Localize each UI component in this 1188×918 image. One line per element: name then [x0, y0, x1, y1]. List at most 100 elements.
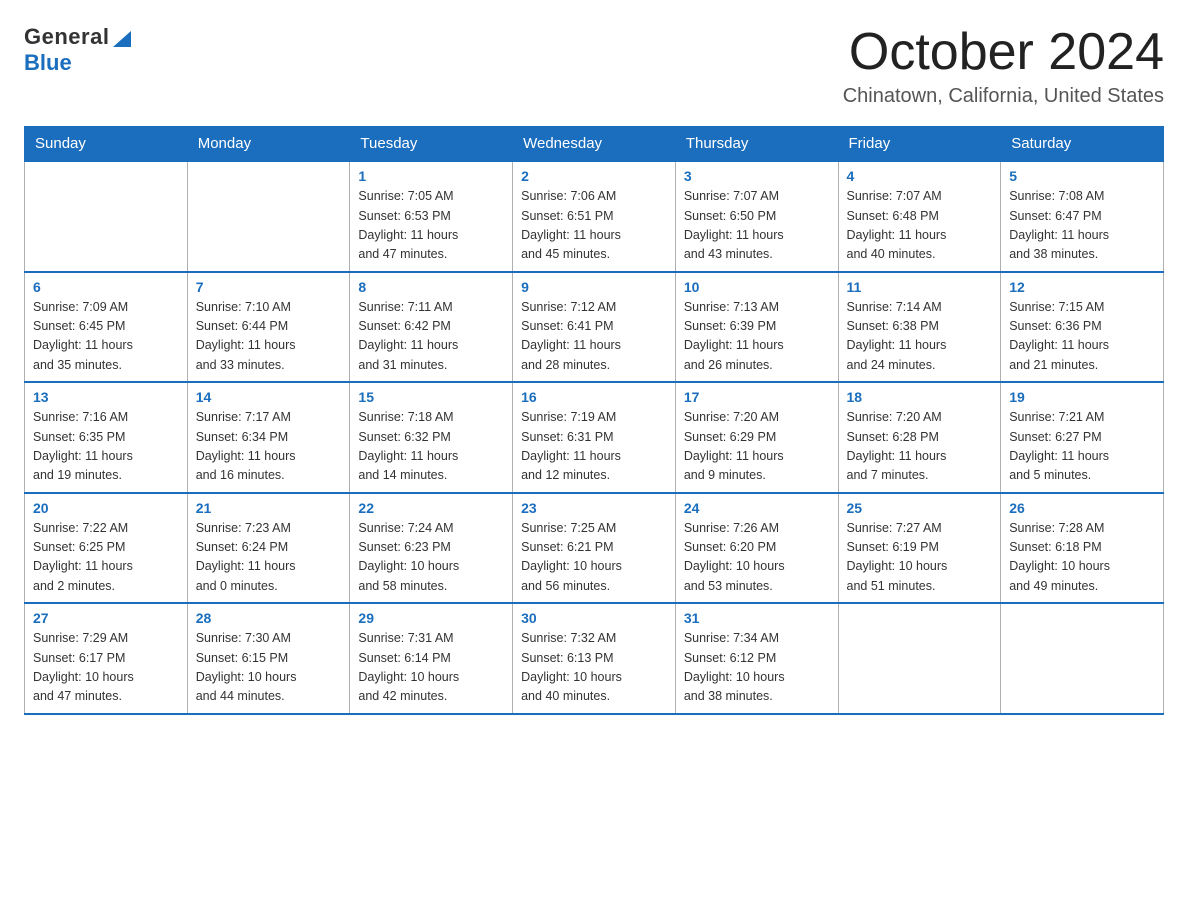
day-info: Sunrise: 7:09 AMSunset: 6:45 PMDaylight:…	[33, 298, 179, 376]
calendar-cell: 18 Sunrise: 7:20 AMSunset: 6:28 PMDayligh…	[838, 382, 1001, 493]
calendar-cell: 28Sunrise: 7:30 AMSunset: 6:15 PMDayligh…	[187, 603, 350, 714]
calendar-cell: 6 Sunrise: 7:09 AMSunset: 6:45 PMDaylight…	[25, 272, 188, 383]
day-number: 1	[358, 168, 504, 184]
calendar-cell: 5 Sunrise: 7:08 AMSunset: 6:47 PMDaylight…	[1001, 161, 1164, 272]
calendar-cell	[1001, 603, 1164, 714]
day-info: Sunrise: 7:07 AMSunset: 6:50 PMDaylight:…	[684, 187, 830, 265]
logo-blue-text: Blue	[24, 50, 72, 76]
weekday-header-row: SundayMondayTuesdayWednesdayThursdayFrid…	[25, 127, 1164, 162]
day-number: 30	[521, 610, 667, 626]
weekday-header-sunday: Sunday	[25, 127, 188, 162]
day-info: Sunrise: 7:16 AMSunset: 6:35 PMDaylight:…	[33, 408, 179, 486]
day-info: Sunrise: 7:06 AMSunset: 6:51 PMDaylight:…	[521, 187, 667, 265]
calendar-week-row: 20Sunrise: 7:22 AMSunset: 6:25 PMDayligh…	[25, 493, 1164, 604]
calendar-cell: 24 Sunrise: 7:26 AMSunset: 6:20 PMDayligh…	[675, 493, 838, 604]
month-title: October 2024	[843, 24, 1164, 81]
calendar-cell: 27 Sunrise: 7:29 AMSunset: 6:17 PMDayligh…	[25, 603, 188, 714]
day-number: 26	[1009, 500, 1155, 516]
day-number: 14	[196, 389, 342, 405]
logo: General Blue	[24, 24, 133, 76]
calendar-cell: 30 Sunrise: 7:32 AMSunset: 6:13 PMDayligh…	[513, 603, 676, 714]
weekday-header-tuesday: Tuesday	[350, 127, 513, 162]
calendar-cell: 23Sunrise: 7:25 AMSunset: 6:21 PMDayligh…	[513, 493, 676, 604]
day-info: Sunrise: 7:24 AMSunset: 6:23 PMDaylight:…	[358, 519, 504, 597]
day-info: Sunrise: 7:07 AMSunset: 6:48 PMDaylight:…	[847, 187, 993, 265]
calendar-cell: 22 Sunrise: 7:24 AMSunset: 6:23 PMDayligh…	[350, 493, 513, 604]
day-number: 22	[358, 500, 504, 516]
calendar-cell: 19 Sunrise: 7:21 AMSunset: 6:27 PMDayligh…	[1001, 382, 1164, 493]
day-info: Sunrise: 7:05 AMSunset: 6:53 PMDaylight:…	[358, 187, 504, 265]
day-number: 6	[33, 279, 179, 295]
day-info: Sunrise: 7:21 AMSunset: 6:27 PMDaylight:…	[1009, 408, 1155, 486]
day-number: 31	[684, 610, 830, 626]
calendar-cell	[187, 161, 350, 272]
calendar-cell: 4 Sunrise: 7:07 AMSunset: 6:48 PMDaylight…	[838, 161, 1001, 272]
day-number: 25	[847, 500, 993, 516]
day-info: Sunrise: 7:15 AMSunset: 6:36 PMDaylight:…	[1009, 298, 1155, 376]
page-header: General Blue October 2024 Chinatown, Cal…	[24, 24, 1164, 108]
calendar-week-row: 27 Sunrise: 7:29 AMSunset: 6:17 PMDayligh…	[25, 603, 1164, 714]
day-info: Sunrise: 7:12 AMSunset: 6:41 PMDaylight:…	[521, 298, 667, 376]
calendar-week-row: 1 Sunrise: 7:05 AMSunset: 6:53 PMDaylight…	[25, 161, 1164, 272]
day-info: Sunrise: 7:08 AMSunset: 6:47 PMDaylight:…	[1009, 187, 1155, 265]
day-number: 19	[1009, 389, 1155, 405]
calendar-cell: 11 Sunrise: 7:14 AMSunset: 6:38 PMDayligh…	[838, 272, 1001, 383]
day-info: Sunrise: 7:13 AMSunset: 6:39 PMDaylight:…	[684, 298, 830, 376]
calendar-cell: 26 Sunrise: 7:28 AMSunset: 6:18 PMDayligh…	[1001, 493, 1164, 604]
day-info: Sunrise: 7:32 AMSunset: 6:13 PMDaylight:…	[521, 629, 667, 707]
day-number: 11	[847, 279, 993, 295]
day-number: 9	[521, 279, 667, 295]
weekday-header-thursday: Thursday	[675, 127, 838, 162]
day-info: Sunrise: 7:10 AMSunset: 6:44 PMDaylight:…	[196, 298, 342, 376]
title-block: October 2024 Chinatown, California, Unit…	[843, 24, 1164, 108]
day-info: Sunrise: 7:34 AMSunset: 6:12 PMDaylight:…	[684, 629, 830, 707]
day-number: 21	[196, 500, 342, 516]
day-number: 7	[196, 279, 342, 295]
day-info: Sunrise: 7:20 AMSunset: 6:29 PMDaylight:…	[684, 408, 830, 486]
calendar-week-row: 13Sunrise: 7:16 AMSunset: 6:35 PMDayligh…	[25, 382, 1164, 493]
day-info: Sunrise: 7:30 AMSunset: 6:15 PMDaylight:…	[196, 629, 342, 707]
day-info: Sunrise: 7:27 AMSunset: 6:19 PMDaylight:…	[847, 519, 993, 597]
logo-triangle-icon	[111, 27, 133, 49]
calendar-cell: 7 Sunrise: 7:10 AMSunset: 6:44 PMDaylight…	[187, 272, 350, 383]
day-info: Sunrise: 7:29 AMSunset: 6:17 PMDaylight:…	[33, 629, 179, 707]
day-number: 17	[684, 389, 830, 405]
day-number: 4	[847, 168, 993, 184]
day-number: 2	[521, 168, 667, 184]
calendar-cell: 17 Sunrise: 7:20 AMSunset: 6:29 PMDayligh…	[675, 382, 838, 493]
day-number: 12	[1009, 279, 1155, 295]
location-title: Chinatown, California, United States	[843, 85, 1164, 108]
calendar-cell: 2 Sunrise: 7:06 AMSunset: 6:51 PMDaylight…	[513, 161, 676, 272]
calendar-cell: 14 Sunrise: 7:17 AMSunset: 6:34 PMDayligh…	[187, 382, 350, 493]
day-info: Sunrise: 7:22 AMSunset: 6:25 PMDaylight:…	[33, 519, 179, 597]
day-info: Sunrise: 7:19 AMSunset: 6:31 PMDaylight:…	[521, 408, 667, 486]
day-info: Sunrise: 7:25 AMSunset: 6:21 PMDaylight:…	[521, 519, 667, 597]
weekday-header-friday: Friday	[838, 127, 1001, 162]
day-info: Sunrise: 7:28 AMSunset: 6:18 PMDaylight:…	[1009, 519, 1155, 597]
day-info: Sunrise: 7:26 AMSunset: 6:20 PMDaylight:…	[684, 519, 830, 597]
day-number: 10	[684, 279, 830, 295]
calendar-cell: 16Sunrise: 7:19 AMSunset: 6:31 PMDayligh…	[513, 382, 676, 493]
logo-general-text: General	[24, 24, 109, 50]
day-info: Sunrise: 7:23 AMSunset: 6:24 PMDaylight:…	[196, 519, 342, 597]
day-info: Sunrise: 7:20 AMSunset: 6:28 PMDaylight:…	[847, 408, 993, 486]
calendar-week-row: 6 Sunrise: 7:09 AMSunset: 6:45 PMDaylight…	[25, 272, 1164, 383]
calendar-cell: 13Sunrise: 7:16 AMSunset: 6:35 PMDayligh…	[25, 382, 188, 493]
day-info: Sunrise: 7:11 AMSunset: 6:42 PMDaylight:…	[358, 298, 504, 376]
day-number: 5	[1009, 168, 1155, 184]
calendar-cell: 21 Sunrise: 7:23 AMSunset: 6:24 PMDayligh…	[187, 493, 350, 604]
day-info: Sunrise: 7:18 AMSunset: 6:32 PMDaylight:…	[358, 408, 504, 486]
calendar-cell: 1 Sunrise: 7:05 AMSunset: 6:53 PMDaylight…	[350, 161, 513, 272]
day-number: 8	[358, 279, 504, 295]
day-number: 27	[33, 610, 179, 626]
day-info: Sunrise: 7:14 AMSunset: 6:38 PMDaylight:…	[847, 298, 993, 376]
weekday-header-wednesday: Wednesday	[513, 127, 676, 162]
day-number: 18	[847, 389, 993, 405]
day-info: Sunrise: 7:17 AMSunset: 6:34 PMDaylight:…	[196, 408, 342, 486]
calendar-cell: 9 Sunrise: 7:12 AMSunset: 6:41 PMDaylight…	[513, 272, 676, 383]
calendar-cell	[838, 603, 1001, 714]
day-number: 29	[358, 610, 504, 626]
calendar-cell: 20Sunrise: 7:22 AMSunset: 6:25 PMDayligh…	[25, 493, 188, 604]
day-number: 24	[684, 500, 830, 516]
weekday-header-monday: Monday	[187, 127, 350, 162]
